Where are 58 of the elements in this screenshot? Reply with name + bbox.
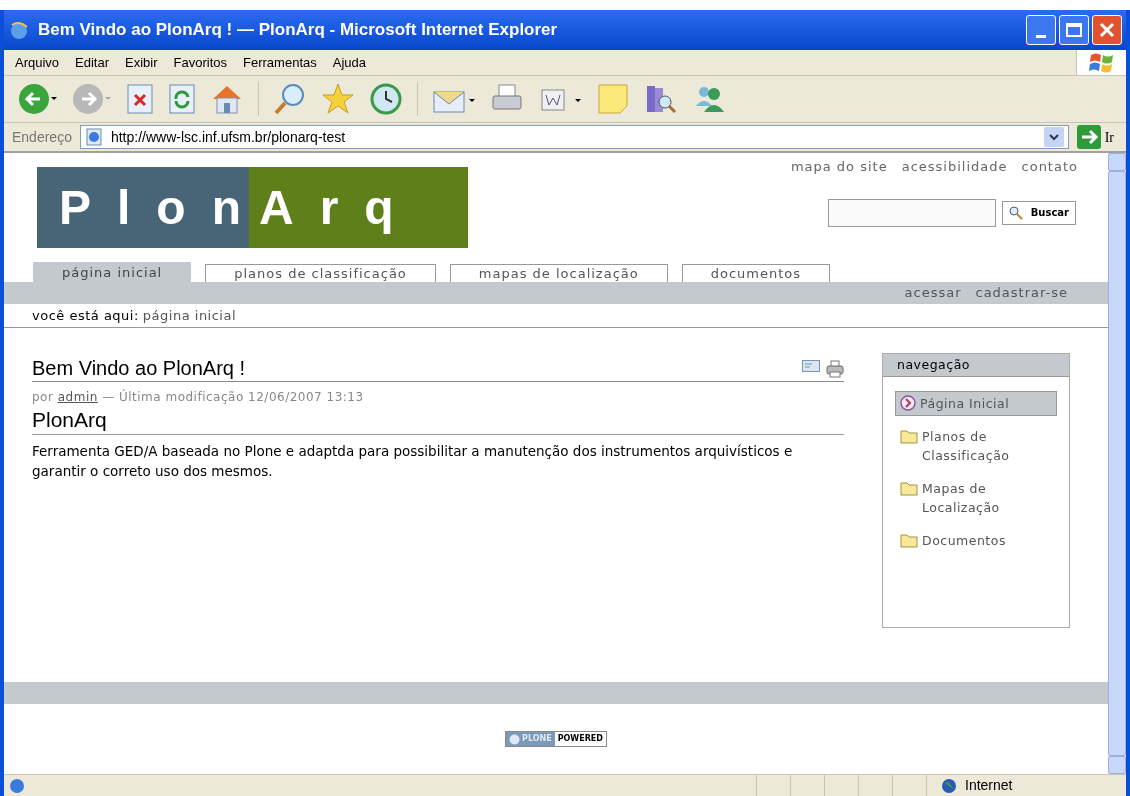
globe-icon	[941, 777, 957, 794]
window-title: Bem Vindo ao PlonArq ! — PlonArq - Microsoft Internet Explorer	[38, 19, 559, 42]
breadcrumb-label: você está aqui:	[32, 306, 139, 325]
close-icon	[1099, 22, 1115, 38]
site-action-link[interactable]: acessibilidade	[901, 157, 1008, 177]
address-label: Endereço	[12, 127, 72, 147]
nav-tab[interactable]: página inicial	[33, 262, 192, 282]
search-field[interactable]	[827, 198, 996, 227]
personal-link[interactable]: acessar	[904, 283, 962, 303]
breadcrumb-link[interactable]: página inicial	[142, 305, 237, 326]
folder-icon	[900, 428, 918, 444]
navigation-item[interactable]: Mapas de Localização	[895, 476, 1057, 520]
page-heading: Bem Vindo ao PlonArq !	[32, 356, 246, 380]
nav-tab[interactable]: planos de classificação	[205, 264, 436, 282]
section-heading: PlonArq	[32, 406, 844, 435]
folder-icon	[900, 480, 918, 496]
forward-icon[interactable]	[72, 82, 112, 116]
navigation-item[interactable]: Documentos	[895, 528, 1057, 553]
menu-item[interactable]: Ferramentas	[240, 52, 320, 73]
star-icon[interactable]	[321, 82, 355, 116]
minimize-button[interactable]	[1026, 15, 1056, 45]
close-button[interactable]	[1092, 15, 1122, 45]
personal-link[interactable]: cadastrar-se	[975, 283, 1068, 303]
navigation-item[interactable]: Página Inicial	[895, 391, 1057, 416]
site-action-link[interactable]: mapa do site	[790, 157, 888, 177]
nav-tab[interactable]: mapas de localização	[449, 264, 668, 282]
plone-powered-badge[interactable]: PLONE POWERED	[505, 731, 607, 747]
mail-icon[interactable]	[802, 360, 820, 372]
page-icon	[8, 776, 26, 795]
body-text: Ferramenta GED/A baseada no Plone e adaptda para possibilitar a manutenção dos instrumentos arquivísticos e garantir o correto uso dos mesmos.	[32, 442, 794, 481]
menu-item[interactable]: Editar	[72, 52, 113, 73]
dropdown-icon[interactable]	[1043, 127, 1064, 147]
page-icon	[84, 128, 103, 146]
history-icon[interactable]	[369, 82, 403, 116]
folder-icon	[900, 532, 918, 548]
byline: por admin — Última modificação 12/06/2007 13:13	[32, 388, 365, 406]
menu-item[interactable]: Arquivo	[12, 52, 63, 73]
site-action-link[interactable]: contato	[1021, 157, 1078, 177]
menu-item[interactable]: Favoritos	[170, 52, 231, 73]
menu-item[interactable]: Ajuda	[329, 52, 369, 73]
stop-icon[interactable]	[126, 83, 154, 115]
maximize-button[interactable]	[1059, 15, 1089, 45]
refresh-icon[interactable]	[168, 83, 196, 115]
portlet-header: navegação	[883, 354, 1069, 377]
print-icon[interactable]	[826, 360, 844, 378]
home-page-icon	[900, 395, 916, 411]
navigation-item[interactable]: Planos de Classificação	[895, 424, 1057, 468]
security-zone: Internet	[965, 776, 1013, 795]
search-icon[interactable]	[273, 82, 307, 116]
nav-tab[interactable]: documentos	[681, 264, 831, 282]
back-icon[interactable]	[18, 82, 58, 116]
search-button[interactable]: Buscar	[1001, 200, 1076, 225]
menu-item[interactable]: Exibir	[122, 52, 161, 73]
browser-icon	[8, 19, 30, 41]
author-link[interactable]: admin	[57, 390, 98, 404]
address-field[interactable]: http://www-lsc.inf.ufsm.br/plonarq-test	[79, 125, 1069, 149]
scrollbar[interactable]	[1108, 153, 1126, 774]
search-icon	[1008, 205, 1023, 220]
